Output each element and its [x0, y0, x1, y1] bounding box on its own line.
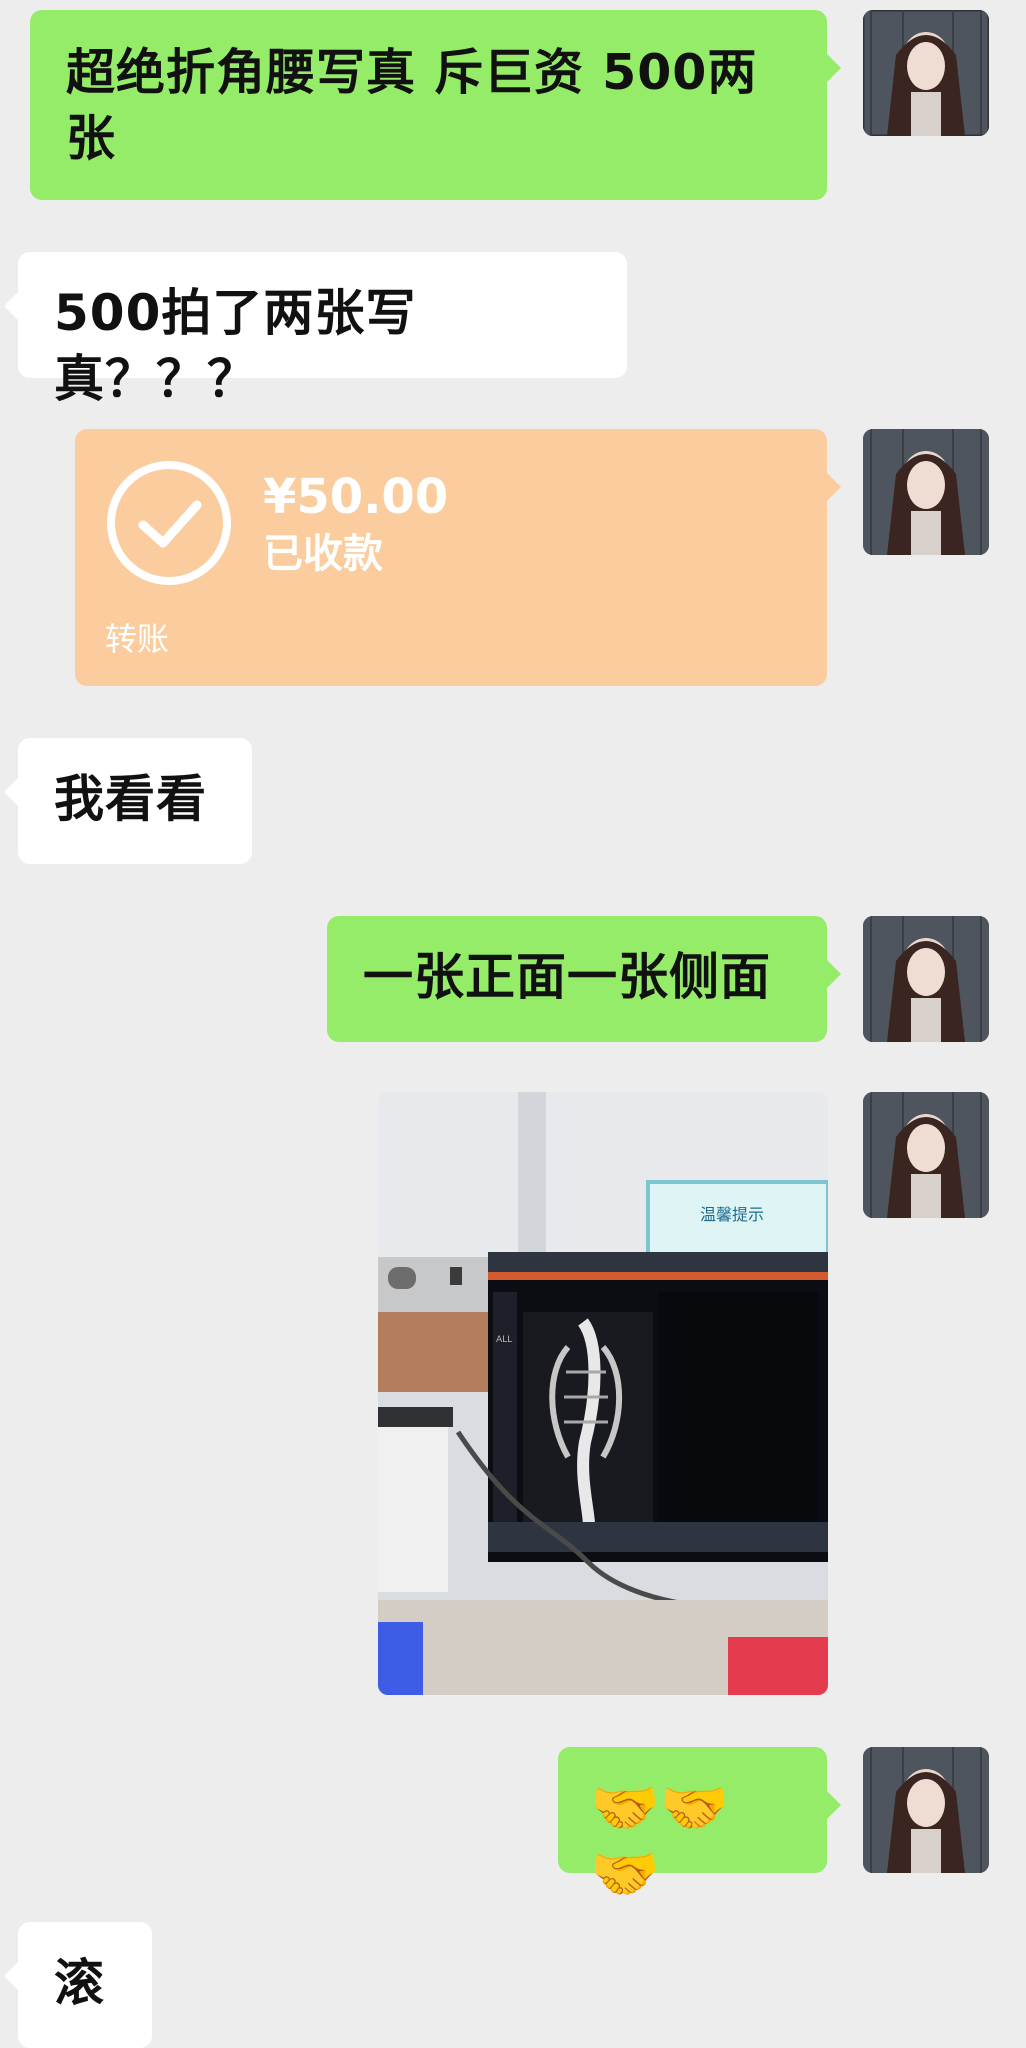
avatar-image — [863, 916, 989, 1042]
message-bubble-other[interactable]: 滚 — [4, 1922, 152, 2048]
message-bubble-other[interactable]: 我看看 — [4, 738, 252, 864]
message-bubble-self[interactable]: 🤝🤝🤝 — [558, 1747, 841, 1907]
avatar-image — [863, 10, 989, 136]
avatar[interactable] — [863, 429, 989, 555]
message-text: 一张正面一张侧面 — [363, 948, 771, 1006]
avatar-image — [863, 1092, 989, 1218]
transfer-status: 已收款 — [263, 531, 383, 577]
message-bubble-self[interactable]: 超绝折角腰写真 斥巨资 500两张 — [30, 10, 841, 200]
check-circle-icon — [105, 459, 233, 587]
avatar[interactable] — [863, 916, 989, 1042]
transfer-card[interactable]: ¥50.00 已收款 转账 — [75, 429, 841, 686]
message-text: 滚 — [54, 1954, 105, 2012]
transfer-amount: ¥50.00 — [263, 469, 449, 525]
avatar-image — [863, 429, 989, 555]
message-bubble-self[interactable]: 一张正面一张侧面 — [327, 916, 841, 1042]
avatar[interactable] — [863, 1747, 989, 1873]
transfer-label: 转账 — [105, 620, 170, 658]
handshake-emoji: 🤝🤝🤝 — [590, 1776, 730, 1907]
message-text: 超绝折角腰写真 斥巨资 500两张 — [66, 44, 758, 167]
message-image[interactable]: 温馨提示 ALL — [378, 1092, 828, 1695]
xray-monitor-photo: 温馨提示 ALL — [378, 1092, 828, 1695]
avatar-image — [863, 1747, 989, 1873]
avatar[interactable] — [863, 1092, 989, 1218]
screen-text: ALL — [496, 1335, 512, 1345]
message-text: 我看看 — [54, 770, 207, 828]
message-bubble-other[interactable]: 500拍了两张写真？？？ — [4, 252, 627, 408]
message-text: 500拍了两张写真？？？ — [54, 284, 417, 408]
sign-text: 温馨提示 — [700, 1205, 764, 1224]
avatar[interactable] — [863, 10, 989, 136]
